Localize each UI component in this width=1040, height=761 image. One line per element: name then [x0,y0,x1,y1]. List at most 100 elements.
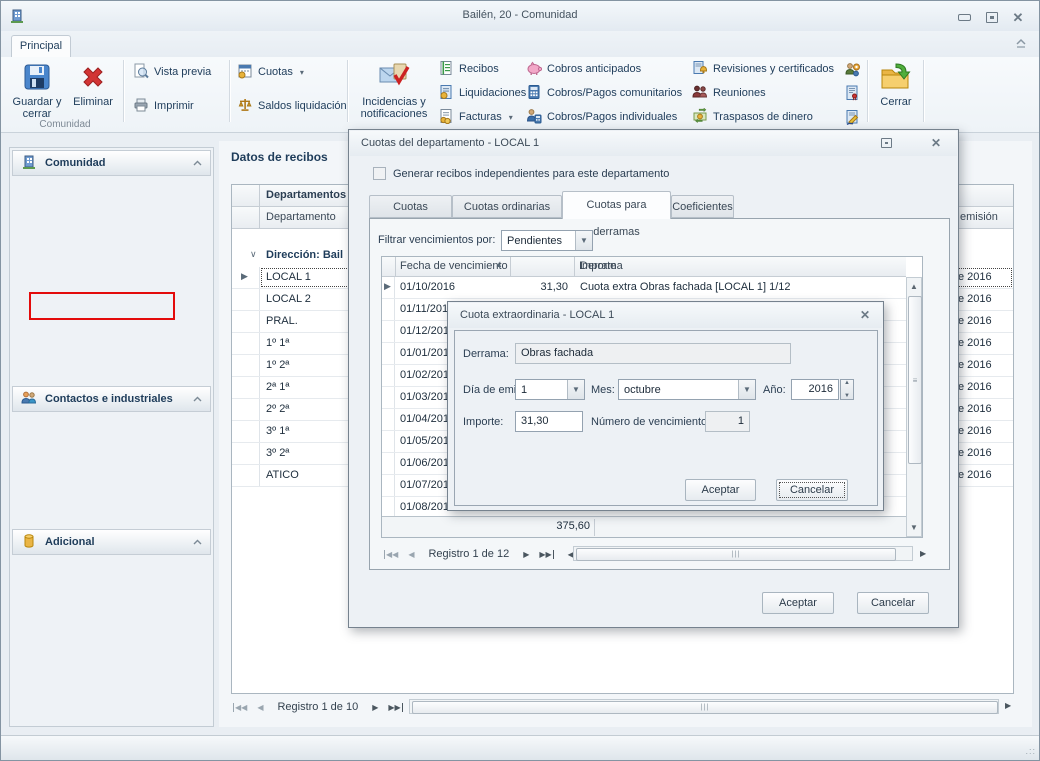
dialog-title-bar[interactable]: Cuotas del departamento - LOCAL 1 [350,131,957,156]
mes-combobox[interactable]: octubre ▼ [618,379,756,400]
traspasos-button[interactable]: Traspasos de dinero [692,108,813,126]
importe-field[interactable]: 31,30 [515,411,583,432]
sidebar-section-adicional[interactable]: Adicional [12,529,211,555]
scroll-down-icon[interactable]: ▼ [907,523,921,532]
spin-down-icon[interactable]: ▼ [844,393,850,399]
nav-last-button[interactable]: ▶▶ [539,550,553,559]
sidebar-item[interactable] [10,565,213,584]
incidencias-button[interactable]: Incidencias y notificaciones [353,59,435,120]
sidebar-item[interactable] [10,460,213,479]
scrollbar-thumb[interactable]: ||| [412,701,998,714]
tab-principal[interactable]: Principal [11,35,71,58]
aceptar-button[interactable]: Aceptar [685,479,756,501]
facturas-dropdown-button[interactable]: Facturas ▾ [438,108,513,126]
filter-combobox[interactable]: Pendientes ▼ [501,230,593,251]
cell-importe[interactable]: 31,30 [510,277,574,298]
reuniones-button[interactable]: Reuniones [692,84,766,102]
sidebar-item[interactable] [10,479,213,498]
nav-next-button[interactable]: ▶ [523,550,529,559]
scrollbar-thumb[interactable]: ≡ [908,296,922,464]
cobros-individuales-button[interactable]: Cobros/Pagos individuales [526,108,677,126]
table-row[interactable]: ▶ 01/10/2016 31,30 Cuota extra Obras fac… [382,277,906,299]
sidebar-item[interactable] [10,262,213,281]
column-header-derrama[interactable]: Derrama [580,260,623,272]
certificado-button[interactable] [844,85,861,104]
sidebar-item[interactable] [10,224,213,243]
column-header-departamento[interactable]: Departamento [266,211,336,223]
vertical-scrollbar[interactable]: ▲ ≡ ▼ [906,277,922,537]
hscroll-right-button[interactable]: ▶ [920,549,926,558]
liquidaciones-button[interactable]: Liquidaciones [438,84,526,102]
cell-fecha-emision-fragment[interactable]: e 2016 [952,355,1013,376]
spin-up-icon[interactable]: ▲ [844,380,850,386]
cell-fecha-emision-fragment[interactable]: e 2016 [952,333,1013,354]
nav-last-button[interactable]: ▶▶ [388,703,402,712]
documento-firma-button[interactable] [844,109,861,128]
sidebar-item[interactable] [10,584,213,603]
scrollbar-thumb[interactable]: ||| [576,548,896,561]
generar-recibos-checkbox[interactable] [373,167,386,180]
cell-fecha-emision-fragment[interactable]: e 2016 [952,311,1013,332]
dialog-title-bar[interactable]: Cuota extraordinaria - LOCAL 1 [449,303,882,328]
chevron-down-icon[interactable]: ▼ [567,380,584,399]
minimize-button[interactable] [951,10,977,24]
cell-fecha-emision-fragment[interactable]: e 2016 [952,421,1013,442]
tab-cuotas-ordinarias-extras[interactable]: Cuotas ordinarias extras [452,195,562,218]
vista-previa-button[interactable]: Vista previa [133,63,211,81]
hscroll-right-button[interactable]: ▶ [1005,701,1011,710]
tab-cuotas-ordinarias[interactable]: Cuotas ordinarias [369,195,452,218]
anio-spin-field[interactable]: 2016 [791,379,839,400]
nav-next-button[interactable]: ▶ [372,703,378,712]
cell-fecha-emision-fragment[interactable]: e 2016 [952,465,1013,486]
sidebar-section-comunidad[interactable]: Comunidad [12,150,211,176]
nav-first-button[interactable]: ◀◀ [384,550,398,559]
recibos-button[interactable]: Recibos [438,60,499,78]
cell-fecha-emision-fragment[interactable]: e 2016 [952,377,1013,398]
anio-spinner[interactable]: ▲ ▼ [840,379,854,400]
horizontal-scrollbar[interactable]: ||| [409,699,999,714]
horizontal-scrollbar[interactable]: ||| [573,546,913,561]
sidebar-item[interactable] [10,243,213,262]
cell-fecha-emision-fragment[interactable]: e 2016 [952,267,1013,288]
cell-fecha-vencimiento[interactable]: 01/10/2016 [395,277,510,298]
dia-emision-combobox[interactable]: 1 ▼ [515,379,585,400]
cell-derrama[interactable]: Cuota extra Obras fachada [LOCAL 1] 1/12 [574,277,906,298]
cancelar-button[interactable]: Cancelar [857,592,929,614]
sidebar-item[interactable] [10,319,213,338]
chevron-down-icon[interactable]: ▼ [575,231,592,250]
tab-coeficientes[interactable]: Coeficientes [671,195,734,218]
scroll-up-icon[interactable]: ▲ [907,282,921,291]
column-header-emision-fragment[interactable]: emisión [960,211,998,223]
dialog-maximize-button[interactable] [878,136,894,150]
sidebar-item[interactable] [10,498,213,517]
nav-prev-button[interactable]: ◀ [257,703,263,712]
sidebar-item[interactable] [10,422,213,441]
imprimir-button[interactable]: Imprimir [133,97,194,115]
nav-prev-button[interactable]: ◀ [408,550,414,559]
resize-grip[interactable]: .:: [1025,746,1036,756]
saldos-liquidacion-button[interactable]: Saldos liquidación [237,97,347,115]
dialog-close-button[interactable]: ✕ [857,308,873,322]
cuotas-dropdown-button[interactable]: Cuotas ▾ [237,63,304,81]
nav-first-button[interactable]: ◀◀ [233,703,247,712]
close-button[interactable]: ✕ [1005,10,1031,24]
ribbon-collapse-icon[interactable] [1015,38,1027,51]
sidebar-item[interactable] [10,205,213,224]
junta-herramientas-button[interactable] [844,61,861,80]
sidebar-item[interactable] [10,338,213,357]
guardar-y-cerrar-button[interactable]: Guardar y cerrar [11,61,63,120]
sidebar-item[interactable] [10,441,213,460]
chevron-down-icon[interactable]: ▼ [738,380,755,399]
tab-cuotas-para-derramas[interactable]: Cuotas para derramas [562,191,671,219]
column-header-fecha[interactable]: Fecha de vencimiento [400,260,508,272]
cobros-comunitarios-button[interactable]: Cobros/Pagos comunitarios [526,84,682,102]
sidebar-item[interactable] [10,357,213,376]
cell-fecha-emision-fragment[interactable]: e 2016 [952,399,1013,420]
dialog-close-button[interactable]: ✕ [928,136,944,150]
revisiones-button[interactable]: Revisiones y certificados [692,60,834,78]
cancelar-button[interactable]: Cancelar [776,479,848,501]
cell-fecha-emision-fragment[interactable]: e 2016 [952,289,1013,310]
sidebar-item[interactable] [10,186,213,205]
aceptar-button[interactable]: Aceptar [762,592,834,614]
sidebar-section-contactos[interactable]: Contactos e industriales [12,386,211,412]
